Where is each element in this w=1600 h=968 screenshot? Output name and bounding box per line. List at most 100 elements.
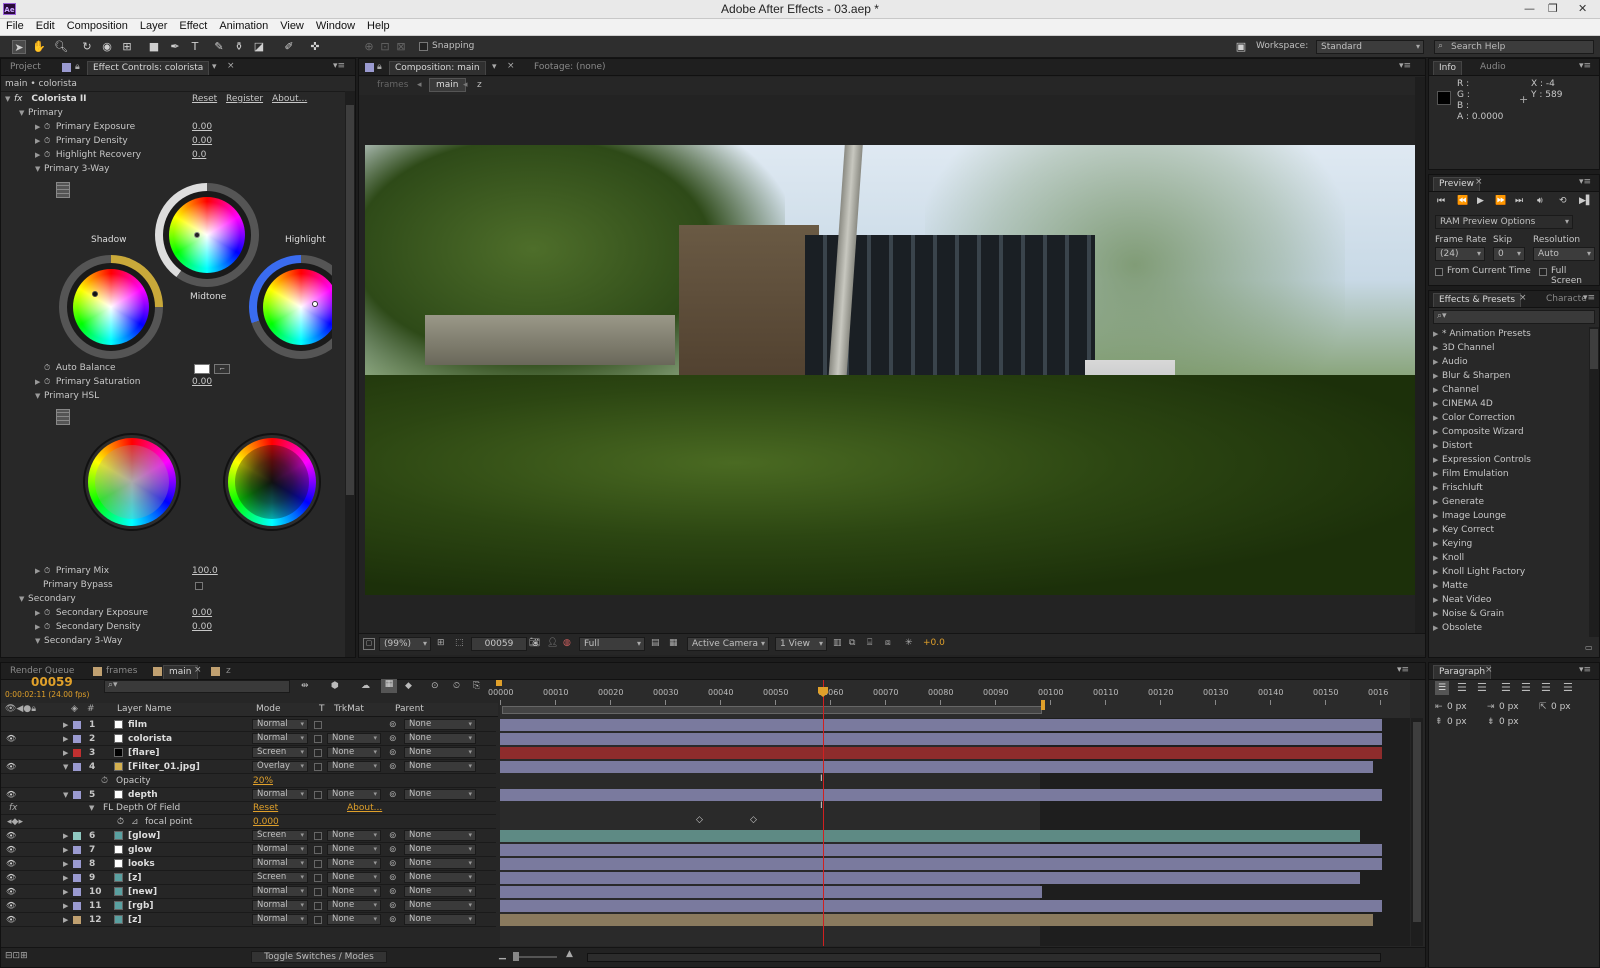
new-folder-icon[interactable]: ▭ <box>1585 643 1593 652</box>
preserve-transparency-checkbox[interactable] <box>314 846 322 855</box>
expand-arrow-icon[interactable]: ▶ <box>1433 383 1442 397</box>
panel-menu-icon[interactable]: ▾≡ <box>1579 665 1591 675</box>
menu-window[interactable]: Window <box>310 19 361 32</box>
layer-row[interactable]: 👁︎ ▶ 8 looks Normal None ⊚ None <box>1 857 496 871</box>
stopwatch-icon[interactable]: ⏱ <box>44 622 53 631</box>
layer-duration-bar[interactable] <box>500 760 1374 773</box>
tab-paragraph[interactable]: Paragraph <box>1433 665 1492 679</box>
mode-select[interactable]: Normal <box>252 719 308 730</box>
timeline-vscrollbar[interactable] <box>1411 718 1423 946</box>
pickwhip-icon[interactable]: ⊚ <box>389 718 397 732</box>
work-area-start-icon[interactable] <box>496 680 502 686</box>
tab-audio[interactable]: Audio <box>1475 61 1511 75</box>
pickwhip-icon[interactable]: ⊚ <box>389 899 397 913</box>
tab-effects-presets[interactable]: Effects & Presets <box>1433 293 1522 307</box>
expand-arrow-icon[interactable]: ▶ <box>1433 537 1442 551</box>
label-color-swatch[interactable] <box>73 860 81 868</box>
panel-menu-icon[interactable]: ▾≡ <box>1583 293 1595 303</box>
effects-category-item[interactable]: ▶ CINEMA 4D <box>1429 397 1589 411</box>
trkmat-select[interactable]: None <box>327 858 381 869</box>
preserve-transparency-checkbox[interactable] <box>314 832 322 841</box>
focal-point-value[interactable]: 0.000 <box>253 815 279 829</box>
expand-arrow-icon[interactable]: ▶ <box>1433 327 1442 341</box>
eye-icon[interactable]: 👁︎ <box>6 857 16 871</box>
mode-select[interactable]: Normal <box>252 844 308 856</box>
effect-register-link[interactable]: Register <box>226 92 263 106</box>
magnification-select[interactable]: (99%) <box>379 637 431 651</box>
eyedropper-icon[interactable]: ⌐ <box>214 364 230 374</box>
shadow-wheel-handle[interactable] <box>92 291 98 297</box>
from-current-checkbox[interactable] <box>1435 267 1443 277</box>
effects-category-item[interactable]: ▶ Color Correction <box>1429 411 1589 425</box>
next-frame-icon[interactable]: ⏩ <box>1495 196 1506 206</box>
pickwhip-icon[interactable]: ⊚ <box>389 913 397 927</box>
parent-select[interactable]: None <box>404 719 476 730</box>
stopwatch-icon[interactable]: ⏱ <box>44 377 53 386</box>
mode-select[interactable]: Screen <box>252 746 308 758</box>
graph-editor-icon[interactable]: ⊙ <box>431 681 439 691</box>
layer-row[interactable]: 👁︎ ▶ 10 [new] Normal None ⊚ None <box>1 885 496 899</box>
expand-arrow-icon[interactable]: ▼ <box>63 788 68 802</box>
eye-icon[interactable]: 👁︎ <box>6 732 16 746</box>
effect-property-row[interactable]: fx ▼ FL Depth Of Field Reset About... <box>1 801 496 816</box>
secondary-exposure-row[interactable]: ▶ ⏱ Secondary Exposure <box>35 606 148 620</box>
effects-category-item[interactable]: ▶ Obsolete <box>1429 621 1589 635</box>
parent-select[interactable]: None <box>404 732 476 744</box>
work-area-bar[interactable] <box>502 706 1042 714</box>
trkmat-select[interactable]: None <box>327 788 381 800</box>
mode-select[interactable]: Screen <box>252 830 308 842</box>
menu-layer[interactable]: Layer <box>134 19 174 32</box>
primary-mix-row[interactable]: ▶ ⏱ Primary Mix <box>35 564 109 578</box>
zoom-slider[interactable] <box>517 956 557 958</box>
fast-previews-icon[interactable]: ▤ <box>651 638 660 648</box>
first-frame-icon[interactable]: ⏮ <box>1437 196 1445 206</box>
expand-arrow-icon[interactable]: ▶ <box>1433 481 1442 495</box>
effects-category-item[interactable]: ▶ Expression Controls <box>1429 453 1589 467</box>
expand-arrow-icon[interactable]: ▶ <box>63 829 68 843</box>
layer-duration-bar[interactable] <box>500 858 1382 870</box>
primary-exposure-value[interactable]: 0.00 <box>192 120 212 134</box>
tab-project[interactable]: Project <box>5 61 46 75</box>
layer-name[interactable]: looks <box>128 857 155 871</box>
scroll-thumb[interactable] <box>346 105 354 495</box>
roto-brush-icon[interactable]: ✐ <box>282 40 296 54</box>
time-ruler[interactable]: 00000 00010 00020 00030 00040 00050 00060 00070… <box>488 680 1410 718</box>
mode-select[interactable]: Normal <box>252 788 308 800</box>
layer-name[interactable]: glow <box>128 843 152 857</box>
menu-effect[interactable]: Effect <box>173 19 213 32</box>
menu-edit[interactable]: Edit <box>30 19 61 32</box>
layer-duration-bar[interactable] <box>500 913 1374 926</box>
zoom-in-icon[interactable]: ▲ <box>566 949 573 959</box>
secondary-density-row[interactable]: ▶ ⏱ Secondary Density <box>35 620 141 634</box>
expand-arrow-icon[interactable]: ▶ <box>1433 425 1442 439</box>
comp-scrollbar[interactable] <box>1415 77 1425 633</box>
align-left-icon[interactable]: ☰ <box>1435 681 1449 695</box>
tab-footage[interactable]: Footage: (none) <box>529 61 611 75</box>
expand-arrow-icon[interactable]: ▶ <box>63 843 68 857</box>
pickwhip-icon[interactable]: ⊚ <box>389 732 397 746</box>
label-color-swatch[interactable] <box>73 790 81 799</box>
midtone-wheel-handle[interactable] <box>194 232 200 238</box>
effect-reset-link[interactable]: Reset <box>253 801 278 815</box>
tab-frames[interactable]: frames <box>101 665 142 679</box>
layer-name[interactable]: [glow] <box>128 829 160 843</box>
effects-category-item[interactable]: ▶ Keying <box>1429 537 1589 551</box>
stopwatch-icon[interactable]: ⏱ <box>44 150 53 159</box>
work-area-end-icon[interactable] <box>1041 700 1045 710</box>
parent-select[interactable]: None <box>404 885 476 897</box>
axis-world-icon[interactable]: ⊡ <box>378 40 392 54</box>
hand-tool-icon[interactable]: ✋ <box>32 40 46 54</box>
frame-blending-icon[interactable]: ▦ <box>381 679 397 693</box>
label-color-swatch[interactable] <box>73 832 81 841</box>
effects-category-item[interactable]: ▶ Neat Video <box>1429 593 1589 607</box>
expand-arrow-icon[interactable]: ▶ <box>63 732 68 746</box>
flowchart-icon[interactable]: ⧈ <box>885 638 891 648</box>
expand-arrow-icon[interactable]: ▶ <box>1433 607 1442 621</box>
justify-center-icon[interactable]: ☰ <box>1521 681 1531 694</box>
layer-name[interactable]: film <box>128 718 147 732</box>
menu-view[interactable]: View <box>274 19 310 32</box>
effects-category-item[interactable]: ▶ Noise & Grain <box>1429 607 1589 621</box>
space-before-value[interactable]: 0 px <box>1447 717 1467 727</box>
mode-select[interactable]: Overlay <box>252 760 308 772</box>
label-color-swatch[interactable] <box>73 887 81 896</box>
